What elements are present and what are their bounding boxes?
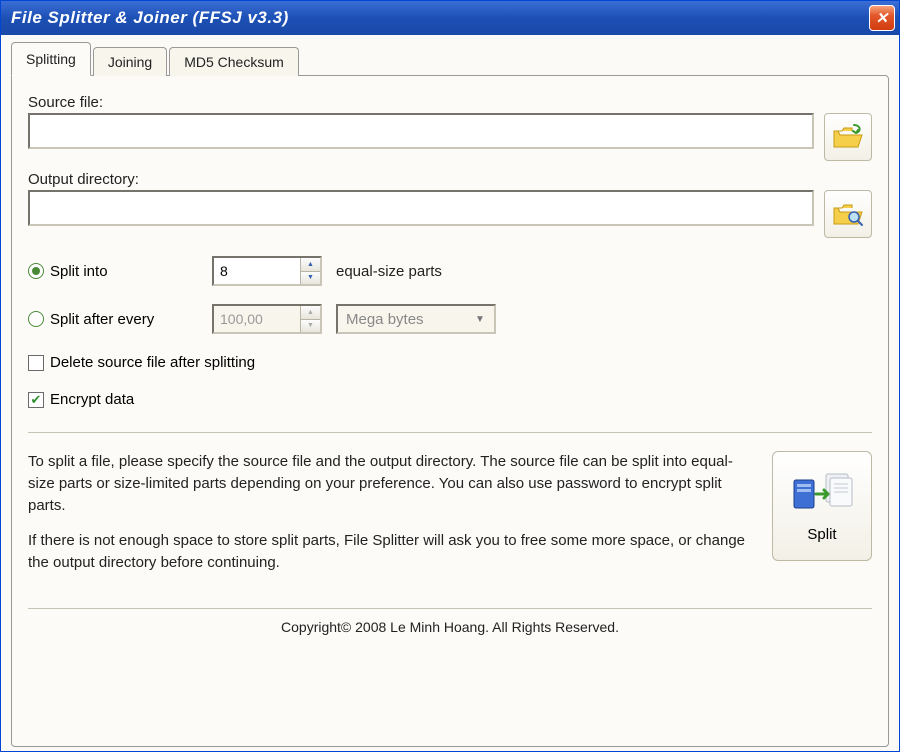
spin-up-icon[interactable]: ▲ <box>300 258 320 271</box>
split-into-value[interactable] <box>214 258 300 284</box>
spin-down-icon[interactable]: ▼ <box>300 271 320 285</box>
encrypt-data-label: Encrypt data <box>50 391 134 408</box>
split-into-suffix: equal-size parts <box>336 263 442 280</box>
panel-splitting: Source file: Output directory: <box>11 75 889 747</box>
checkbox-icon <box>28 355 44 371</box>
help-paragraph-1: To split a file, please specify the sour… <box>28 451 754 516</box>
radio-split-into-label: Split into <box>50 263 108 280</box>
help-paragraph-2: If there is not enough space to store sp… <box>28 530 754 574</box>
split-after-unit-combo: Mega bytes ▼ <box>336 304 496 334</box>
window-title: File Splitter & Joiner (FFSJ v3.3) <box>11 8 869 28</box>
encrypt-data-checkbox[interactable]: ✔ Encrypt data <box>28 391 872 408</box>
tab-joining[interactable]: Joining <box>93 47 167 76</box>
split-after-unit-value: Mega bytes <box>346 311 424 328</box>
source-file-input[interactable] <box>28 113 814 149</box>
split-icon <box>790 470 854 518</box>
titlebar: File Splitter & Joiner (FFSJ v3.3) ✕ <box>1 1 899 35</box>
folder-open-icon <box>832 123 864 151</box>
output-directory-input[interactable] <box>28 190 814 226</box>
browse-source-button[interactable] <box>824 113 872 161</box>
output-directory-label: Output directory: <box>28 171 872 188</box>
delete-source-checkbox[interactable]: Delete source file after splitting <box>28 354 872 371</box>
folder-search-icon <box>832 200 864 228</box>
split-button-label: Split <box>807 526 836 543</box>
split-after-spinner: ▲ ▼ <box>212 304 322 334</box>
checkbox-checked-icon: ✔ <box>28 392 44 408</box>
source-file-label: Source file: <box>28 94 872 111</box>
radio-icon <box>28 311 44 327</box>
split-after-value <box>214 306 300 332</box>
tabs: Splitting Joining MD5 Checksum <box>11 41 889 75</box>
split-into-spinner[interactable]: ▲ ▼ <box>212 256 322 286</box>
close-button[interactable]: ✕ <box>869 5 895 31</box>
help-text: To split a file, please specify the sour… <box>28 451 754 588</box>
browse-output-button[interactable] <box>824 190 872 238</box>
radio-split-after-label: Split after every <box>50 311 154 328</box>
tab-md5-checksum[interactable]: MD5 Checksum <box>169 47 299 76</box>
close-icon: ✕ <box>875 9 888 27</box>
radio-icon <box>28 263 44 279</box>
tab-splitting[interactable]: Splitting <box>11 42 91 76</box>
footer: Copyright© 2008 Le Minh Hoang. All Right… <box>28 608 872 639</box>
radio-split-after[interactable]: Split after every <box>28 311 198 328</box>
chevron-down-icon: ▼ <box>470 314 490 325</box>
radio-split-into[interactable]: Split into <box>28 263 198 280</box>
divider <box>28 432 872 433</box>
spin-up-icon: ▲ <box>300 306 320 319</box>
spin-down-icon: ▼ <box>300 319 320 333</box>
delete-source-label: Delete source file after splitting <box>50 354 255 371</box>
split-button[interactable]: Split <box>772 451 872 561</box>
